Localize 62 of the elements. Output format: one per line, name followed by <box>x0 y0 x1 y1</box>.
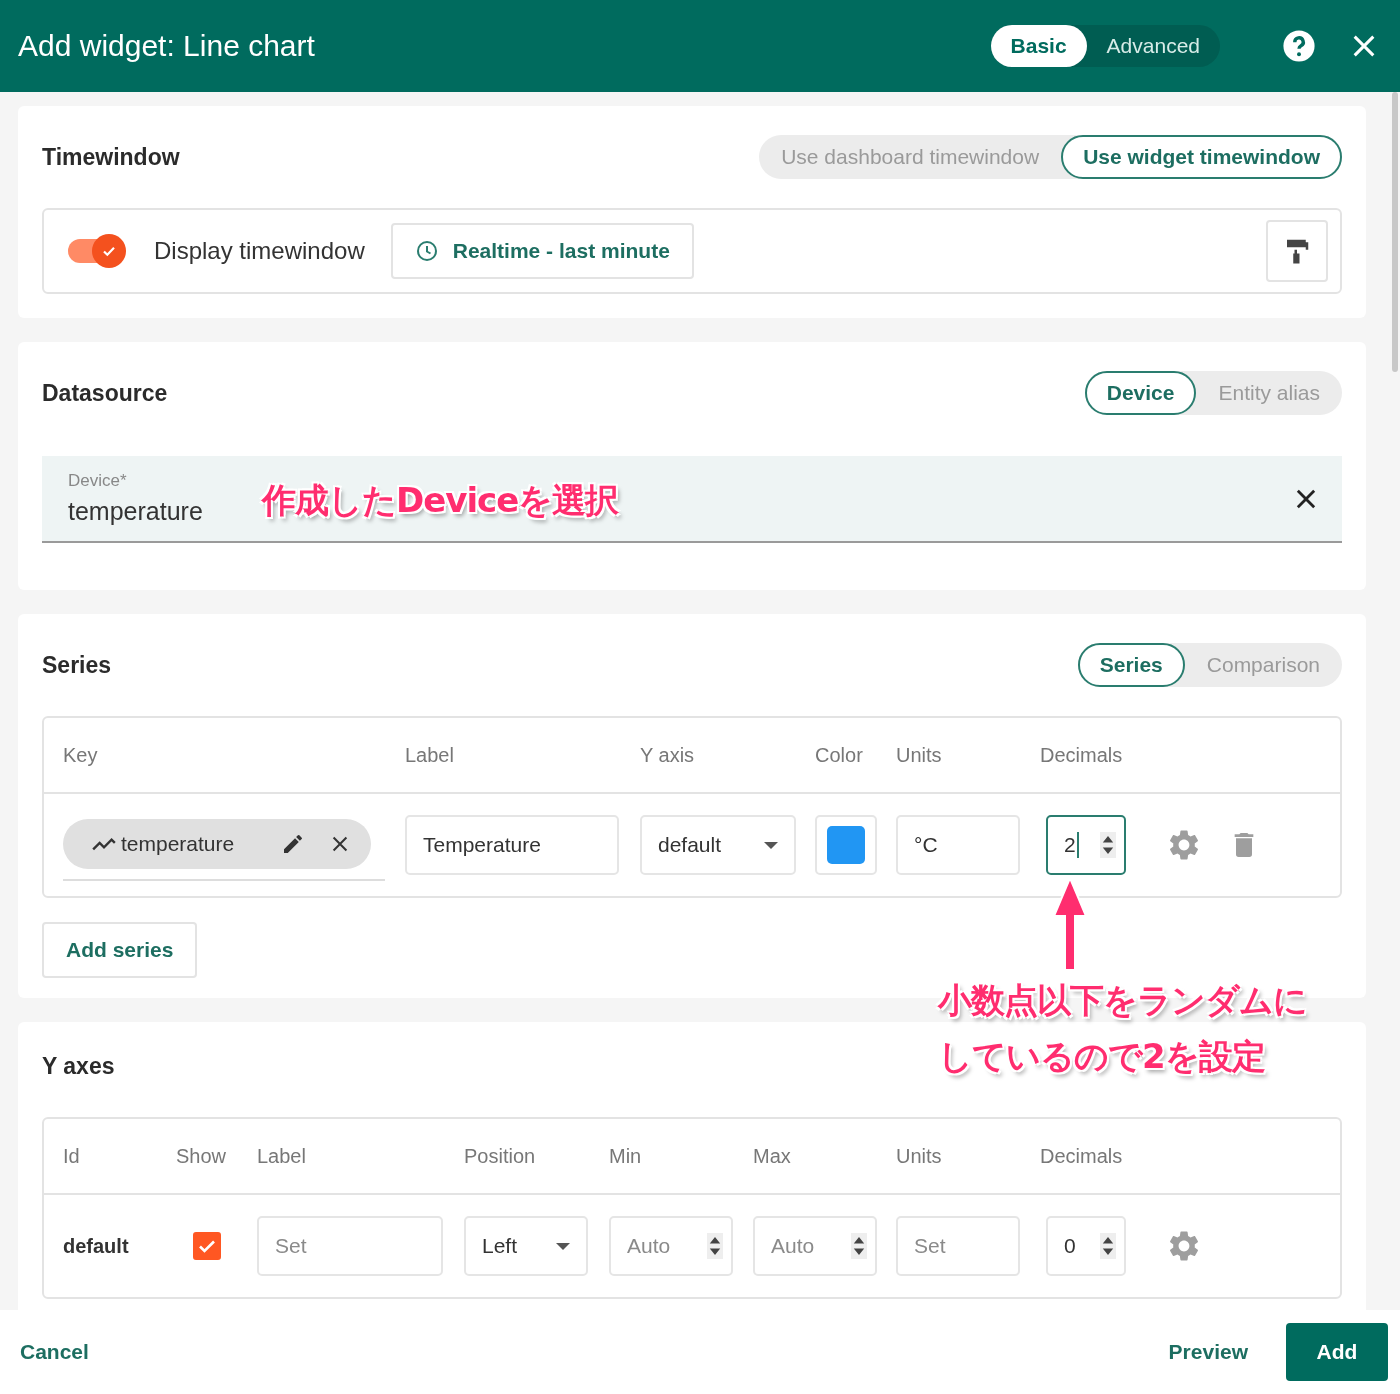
column-header: Units <box>896 1144 943 1168</box>
spinner-icon[interactable] <box>1100 1233 1116 1259</box>
column-header: Y axis <box>640 743 696 767</box>
mode-tab[interactable]: Basic <box>990 25 1087 67</box>
decimals-field[interactable]: 0 <box>1046 1216 1126 1276</box>
field-value: temperature <box>68 497 203 526</box>
timewindow-mode-option[interactable]: Use widget timewindow <box>1061 135 1342 179</box>
field-label: Device* <box>68 471 128 491</box>
column-header: Position <box>464 1144 537 1168</box>
datasource-type-option[interactable]: Device <box>1084 371 1197 415</box>
caret-icon <box>764 841 778 849</box>
min-field[interactable]: Auto <box>609 1216 733 1276</box>
pencil-icon[interactable] <box>281 832 305 856</box>
label-field[interactable]: Temperature <box>405 815 619 875</box>
annotation-text: しているので2を設定 <box>938 1035 1266 1078</box>
column-header: Min <box>609 1144 643 1168</box>
units-field[interactable]: °C <box>896 815 1020 875</box>
caret-icon <box>556 1242 570 1250</box>
section-title: Series <box>42 651 112 679</box>
axis-id: default <box>63 1234 130 1258</box>
units-field[interactable]: Set <box>896 1216 1020 1276</box>
cancel-button[interactable]: Cancel <box>6 1330 103 1374</box>
column-header: Color <box>815 743 864 767</box>
timewindow-button[interactable]: Realtime - last minute <box>390 223 694 279</box>
label-field[interactable]: Set <box>257 1216 443 1276</box>
spinner-icon[interactable] <box>851 1233 867 1259</box>
column-header: Max <box>753 1144 792 1168</box>
key-name: temperature <box>121 832 236 856</box>
section-title: Timewindow <box>42 143 180 171</box>
style-button[interactable] <box>1266 220 1328 282</box>
column-header: Decimals <box>1040 743 1124 767</box>
mode-tab[interactable]: Advanced <box>1086 25 1220 67</box>
key-chip[interactable]: temperature <box>63 819 371 869</box>
add-button[interactable]: Add <box>1286 1323 1388 1381</box>
column-header: Label <box>257 1144 307 1168</box>
column-header: Label <box>405 743 455 767</box>
position-select[interactable]: Left <box>464 1216 588 1276</box>
dialog-title: Add widget: Line chart <box>18 29 316 63</box>
spinner-icon[interactable] <box>1100 832 1116 858</box>
column-header: Decimals <box>1040 1144 1124 1168</box>
help-icon[interactable] <box>1282 29 1316 63</box>
column-header: Show <box>176 1144 228 1168</box>
column-header: Id <box>63 1144 81 1168</box>
preview-button[interactable]: Preview <box>1154 1330 1262 1374</box>
clock-icon <box>414 239 439 263</box>
series-tab[interactable]: Series <box>1077 643 1185 687</box>
decimals-field[interactable]: 2 <box>1046 815 1126 875</box>
column-header: Key <box>63 743 99 767</box>
section-title: Y axes <box>42 1052 115 1080</box>
y-axis-select[interactable]: default <box>640 815 796 875</box>
show-checkbox[interactable] <box>193 1232 221 1260</box>
toggle-switch[interactable] <box>68 234 126 268</box>
annotation-text: 小数点以下をランダムに <box>938 979 1307 1022</box>
annotation-text: 作成したDeviceを選択 <box>262 479 619 522</box>
section-title: Datasource <box>42 379 168 407</box>
column-header: Units <box>896 743 943 767</box>
toggle-label: Display timewindow <box>154 237 365 265</box>
spinner-icon[interactable] <box>707 1233 723 1259</box>
color-picker[interactable] <box>815 815 877 875</box>
max-field[interactable]: Auto <box>753 1216 877 1276</box>
add-series-button[interactable]: Add series <box>42 922 198 978</box>
scrollbar[interactable] <box>1392 92 1398 372</box>
